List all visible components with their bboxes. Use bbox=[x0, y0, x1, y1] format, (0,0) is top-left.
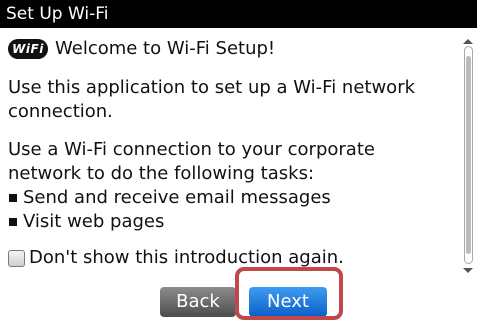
task-text: Visit web pages bbox=[23, 211, 165, 232]
back-button[interactable]: Back bbox=[160, 287, 236, 317]
list-item: Visit web pages bbox=[8, 210, 452, 234]
scrollbar[interactable] bbox=[464, 46, 473, 264]
title-bar: Set Up Wi-Fi bbox=[0, 0, 477, 28]
scroll-down-icon bbox=[463, 268, 473, 273]
tasks-intro-paragraph: Use a Wi-Fi connection to your corporate… bbox=[8, 139, 375, 184]
dont-show-again-row[interactable]: Don't show this introduction again. bbox=[8, 246, 452, 270]
wifi-logo-icon: WiFi bbox=[8, 39, 48, 59]
task-text: Send and receive email messages bbox=[23, 187, 331, 208]
scroll-up-icon bbox=[463, 39, 473, 44]
welcome-row: WiFi Welcome to Wi-Fi Setup! bbox=[8, 36, 452, 62]
highlight-annotation bbox=[235, 267, 343, 320]
scrollbar-thumb[interactable] bbox=[466, 56, 471, 254]
list-item: Send and receive email messages bbox=[8, 186, 452, 210]
dont-show-again-checkbox[interactable] bbox=[8, 249, 25, 267]
welcome-text: Welcome to Wi-Fi Setup! bbox=[55, 38, 276, 59]
window-title: Set Up Wi-Fi bbox=[6, 4, 109, 24]
bullet-icon bbox=[9, 218, 17, 226]
intro-paragraph: Use this application to set up a Wi-Fi n… bbox=[8, 77, 416, 122]
intro-content: WiFi Welcome to Wi-Fi Setup! Use this ap… bbox=[8, 36, 452, 270]
bullet-icon bbox=[9, 194, 17, 202]
